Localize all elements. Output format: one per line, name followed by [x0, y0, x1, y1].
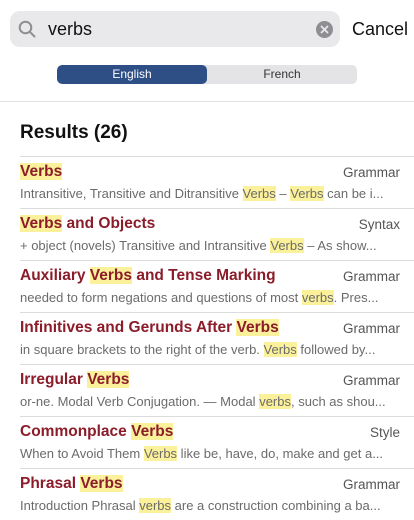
result-category: Syntax	[358, 217, 400, 232]
search-field[interactable]	[10, 11, 340, 47]
result-category: Grammar	[343, 165, 400, 180]
header-divider	[0, 101, 414, 102]
highlighted-match: Verbs	[87, 371, 130, 388]
cancel-button[interactable]: Cancel	[352, 11, 408, 47]
search-input[interactable]	[48, 11, 308, 47]
result-snippet: in square brackets to the right of the v…	[20, 342, 400, 357]
result-item[interactable]: Verbs and Objects Syntax + object (novels)…	[20, 208, 414, 260]
snippet-text: can be i...	[323, 186, 384, 201]
snippet-text: . Pres...	[333, 290, 379, 305]
result-title: Infinitives and Gerunds After Verbs	[20, 319, 279, 337]
snippet-text: When to Avoid Them	[20, 446, 144, 461]
result-item[interactable]: Commonplace Verbs Style When to Avoid Them…	[20, 416, 414, 468]
snippet-text: or-ne. Modal Verb Conjugation. — Modal	[20, 394, 260, 409]
highlighted-match: Verbs	[242, 186, 276, 201]
result-item[interactable]: Phrasal Verbs Grammar Introduction Phrasal…	[20, 468, 414, 520]
result-category: Grammar	[343, 477, 400, 492]
result-item[interactable]: Infinitives and Gerunds After Verbs Gramm…	[20, 312, 414, 364]
result-item[interactable]: Verbs Grammar Intransitive, Transitive and…	[20, 156, 414, 208]
result-snippet: When to Avoid Them Verbs like be, have, …	[20, 446, 400, 461]
result-category: Grammar	[343, 269, 400, 284]
highlighted-match: Verbs	[20, 215, 63, 232]
title-text: Infinitives and Gerunds After	[20, 319, 237, 336]
highlighted-match: verbs	[259, 394, 291, 409]
title-text: Irregular	[20, 371, 88, 388]
snippet-text: , such as shou...	[290, 394, 386, 409]
highlighted-match: verbs	[139, 498, 172, 513]
snippet-text: are a construction combining a ba...	[171, 498, 381, 513]
segment-english[interactable]: English	[57, 65, 207, 84]
result-title: Commonplace Verbs	[20, 423, 174, 441]
snippet-text: – As show...	[303, 238, 377, 253]
result-title: Verbs	[20, 163, 63, 181]
title-text: Commonplace	[20, 423, 132, 440]
result-snippet: Introduction Phrasal verbs are a constru…	[20, 498, 400, 513]
result-category: Grammar	[343, 373, 400, 388]
search-icon	[18, 20, 36, 38]
result-title: Irregular Verbs	[20, 371, 130, 389]
result-title: Verbs and Objects	[20, 215, 155, 233]
highlighted-match: Verbs	[270, 238, 304, 253]
language-toggle: English French	[57, 65, 357, 84]
result-title: Phrasal Verbs	[20, 475, 123, 493]
snippet-text: + object (novels) Transitive and Intrans…	[20, 238, 271, 253]
snippet-text: Introduction Phrasal	[20, 498, 140, 513]
snippet-text: needed to form negations and questions o…	[20, 290, 302, 305]
snippet-text: followed by...	[296, 342, 376, 357]
result-category: Style	[369, 425, 400, 440]
search-bar: Cancel	[10, 11, 408, 47]
title-text: Phrasal	[20, 475, 81, 492]
snippet-text: –	[275, 186, 291, 201]
highlighted-match: Verbs	[89, 267, 133, 284]
clear-search-icon[interactable]	[316, 21, 333, 38]
snippet-text: Intransitive, Transitive and Ditransitiv…	[20, 186, 243, 201]
highlighted-match: Verbs	[290, 186, 324, 201]
snippet-text: in square brackets to the right of the v…	[20, 342, 264, 357]
highlighted-match: Verbs	[80, 475, 123, 492]
result-category: Grammar	[343, 321, 400, 336]
title-text: and Tense Marking	[132, 267, 276, 284]
result-snippet: needed to form negations and questions o…	[20, 290, 400, 305]
highlighted-match: Verbs	[143, 446, 178, 461]
segment-french[interactable]: French	[207, 65, 357, 84]
result-item[interactable]: Irregular Verbs Grammar or-ne. Modal Verb …	[20, 364, 414, 416]
highlighted-match: Verbs	[20, 163, 63, 180]
result-snippet: + object (novels) Transitive and Intrans…	[20, 238, 400, 253]
title-text: Auxiliary	[20, 267, 90, 284]
highlighted-match: Verbs	[236, 319, 279, 336]
result-snippet: Intransitive, Transitive and Ditransitiv…	[20, 186, 400, 201]
title-text: and Objects	[62, 215, 156, 232]
results-heading: Results (26)	[20, 122, 128, 143]
snippet-text: like be, have, do, make and get a...	[177, 446, 384, 461]
result-item[interactable]: Auxiliary Verbs and Tense Marking Grammar…	[20, 260, 414, 312]
highlighted-match: Verbs	[131, 423, 174, 440]
results-list: Verbs Grammar Intransitive, Transitive and…	[20, 156, 414, 520]
highlighted-match: verbs	[301, 290, 334, 305]
result-snippet: or-ne. Modal Verb Conjugation. — Modal v…	[20, 394, 400, 409]
highlighted-match: Verbs	[263, 342, 297, 357]
result-title: Auxiliary Verbs and Tense Marking	[20, 267, 276, 285]
